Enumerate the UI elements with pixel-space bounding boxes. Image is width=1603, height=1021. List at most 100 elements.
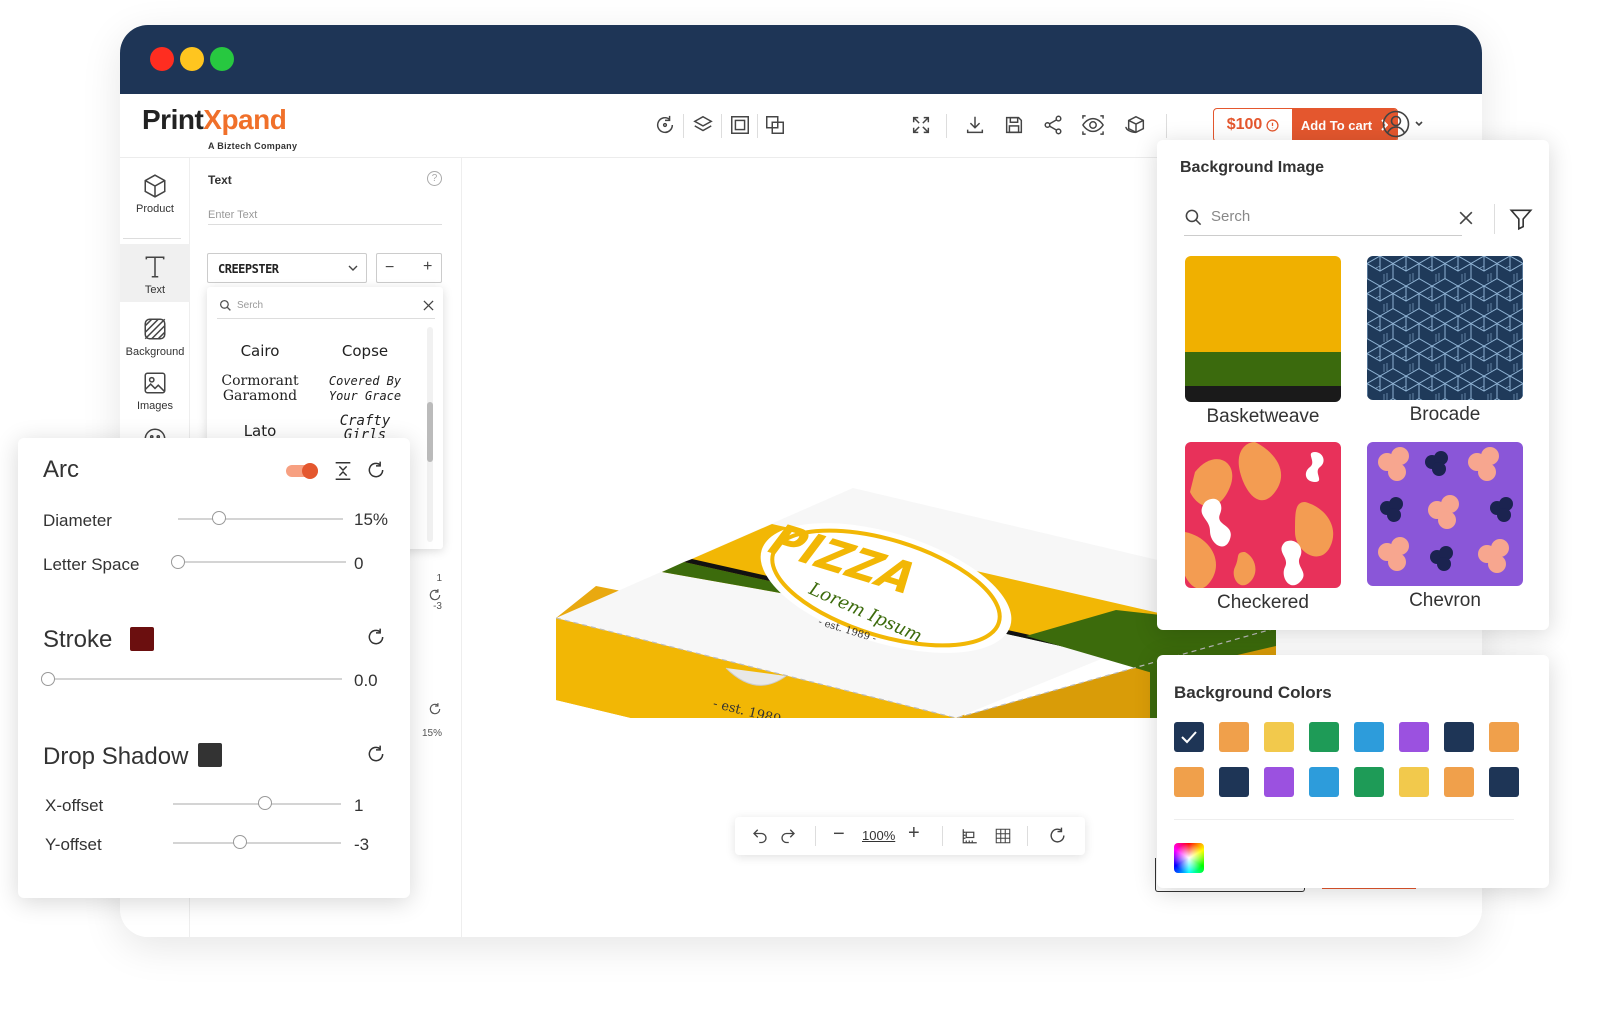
sidebar-item-text[interactable]: Text bbox=[120, 244, 190, 302]
font-option[interactable]: Cormorant Garamond bbox=[219, 374, 301, 404]
font-search[interactable]: Serch bbox=[217, 297, 435, 319]
y-offset-label: Y-offset bbox=[45, 835, 102, 854]
filter-icon[interactable] bbox=[1508, 206, 1534, 232]
color-swatch[interactable] bbox=[1489, 767, 1519, 797]
color-swatch[interactable] bbox=[1354, 722, 1384, 752]
text-icon bbox=[142, 254, 168, 280]
font-size-stepper[interactable]: − + bbox=[376, 253, 442, 283]
color-swatch[interactable] bbox=[1264, 767, 1294, 797]
color-swatch[interactable] bbox=[1444, 722, 1474, 752]
stroke-slider[interactable] bbox=[48, 678, 342, 680]
tile-label: Basketweave bbox=[1206, 406, 1320, 427]
price-cart-button[interactable]: $100 Add To cart bbox=[1213, 108, 1398, 142]
zoom-out-button[interactable]: − bbox=[833, 823, 845, 846]
user-menu[interactable] bbox=[1382, 110, 1424, 138]
minimize-window-button[interactable] bbox=[180, 47, 204, 71]
color-swatch[interactable] bbox=[1264, 722, 1294, 752]
color-swatch[interactable] bbox=[1489, 722, 1519, 752]
tile-chevron[interactable] bbox=[1367, 442, 1523, 586]
preview-icon[interactable] bbox=[1081, 114, 1104, 136]
share-icon[interactable] bbox=[1042, 114, 1064, 136]
zoom-in-button[interactable]: + bbox=[908, 822, 920, 845]
redo-icon[interactable] bbox=[779, 826, 797, 844]
color-swatch[interactable] bbox=[1219, 722, 1249, 752]
check-icon bbox=[1181, 731, 1197, 744]
reset-icon[interactable] bbox=[366, 627, 386, 647]
grid-icon[interactable] bbox=[994, 827, 1012, 845]
maximize-window-button[interactable] bbox=[210, 47, 234, 71]
search-icon bbox=[1185, 209, 1202, 226]
stroke-slider-thumb[interactable] bbox=[41, 672, 55, 686]
color-swatch[interactable] bbox=[1444, 767, 1474, 797]
behind-value: 1 bbox=[436, 573, 442, 584]
tile-checkered[interactable] bbox=[1185, 442, 1341, 588]
undo-icon[interactable] bbox=[751, 826, 769, 844]
background-colors-title: Background Colors bbox=[1174, 683, 1332, 702]
color-swatch[interactable] bbox=[1399, 722, 1429, 752]
custom-color-picker[interactable] bbox=[1174, 843, 1204, 873]
group-icon[interactable] bbox=[729, 114, 751, 136]
reset-icon[interactable] bbox=[366, 460, 386, 480]
tile-label: Chevron bbox=[1409, 590, 1481, 611]
x-offset-slider[interactable] bbox=[173, 803, 341, 805]
reset-icon[interactable] bbox=[1048, 826, 1067, 845]
duplicate-icon[interactable] bbox=[764, 114, 786, 136]
sidebar-item-background[interactable]: Background bbox=[120, 316, 190, 366]
close-icon bbox=[1459, 211, 1473, 225]
y-offset-value: -3 bbox=[354, 835, 370, 854]
color-swatch[interactable] bbox=[1309, 767, 1339, 797]
drop-shadow-title: Drop Shadow bbox=[43, 743, 189, 770]
background-image-panel: Background Image Serch Basketweave Broca… bbox=[1157, 140, 1549, 630]
sidebar-item-images[interactable]: Images bbox=[120, 370, 190, 420]
decrease-button[interactable]: − bbox=[385, 259, 394, 277]
download-icon[interactable] bbox=[964, 114, 986, 136]
cube-icon bbox=[142, 173, 168, 199]
reset-icon[interactable] bbox=[428, 702, 442, 716]
zoom-value[interactable]: 100% bbox=[862, 828, 895, 843]
sidebar-item-product[interactable]: Product bbox=[120, 173, 190, 243]
color-swatch[interactable] bbox=[1219, 767, 1249, 797]
color-swatch[interactable] bbox=[1354, 767, 1384, 797]
increase-button[interactable]: + bbox=[423, 258, 432, 276]
stroke-color-swatch[interactable] bbox=[130, 627, 154, 651]
font-option[interactable]: Copse bbox=[330, 342, 400, 360]
background-search[interactable]: Serch bbox=[1184, 202, 1473, 236]
close-window-button[interactable] bbox=[150, 47, 174, 71]
font-select[interactable]: CREEPSTER bbox=[207, 253, 367, 283]
font-option[interactable]: Crafty Girls bbox=[330, 414, 400, 438]
tile-brocade[interactable] bbox=[1367, 256, 1523, 400]
font-option[interactable]: Covered By Your Grace bbox=[325, 374, 405, 404]
x-offset-slider-thumb[interactable] bbox=[258, 796, 273, 810]
reset-icon[interactable] bbox=[654, 114, 676, 136]
color-swatch[interactable] bbox=[1174, 722, 1204, 752]
flip-icon[interactable] bbox=[332, 460, 354, 482]
color-swatch[interactable] bbox=[1309, 722, 1339, 752]
arc-title: Arc bbox=[43, 456, 79, 483]
x-offset-value: 1 bbox=[354, 796, 364, 815]
y-offset-slider-thumb[interactable] bbox=[233, 835, 248, 849]
diameter-slider-thumb[interactable] bbox=[212, 511, 227, 525]
layers-icon[interactable] bbox=[692, 114, 714, 136]
3d-view-icon[interactable] bbox=[1124, 114, 1146, 136]
scrollbar[interactable] bbox=[427, 327, 433, 542]
diameter-slider[interactable] bbox=[178, 518, 343, 520]
letter-space-slider-thumb[interactable] bbox=[171, 555, 185, 569]
shadow-color-swatch[interactable] bbox=[198, 743, 222, 767]
y-offset-slider[interactable] bbox=[173, 842, 341, 844]
arc-toggle[interactable] bbox=[286, 463, 318, 479]
color-swatch[interactable] bbox=[1399, 767, 1429, 797]
reset-icon[interactable] bbox=[366, 744, 386, 764]
scrollbar-thumb[interactable] bbox=[427, 402, 433, 462]
background-colors-panel: Background Colors bbox=[1157, 655, 1549, 888]
save-icon[interactable] bbox=[1003, 114, 1025, 136]
color-swatch[interactable] bbox=[1174, 767, 1204, 797]
reset-icon[interactable] bbox=[428, 588, 442, 602]
ruler-icon[interactable] bbox=[961, 827, 979, 845]
tile-basketweave[interactable] bbox=[1185, 256, 1341, 402]
text-input[interactable]: Enter Text bbox=[208, 203, 442, 225]
letter-space-slider[interactable] bbox=[178, 561, 346, 563]
font-option[interactable]: Cairo bbox=[225, 342, 295, 360]
fullscreen-icon[interactable] bbox=[910, 114, 932, 136]
close-icon bbox=[423, 300, 434, 311]
help-icon[interactable]: ? bbox=[427, 171, 442, 186]
